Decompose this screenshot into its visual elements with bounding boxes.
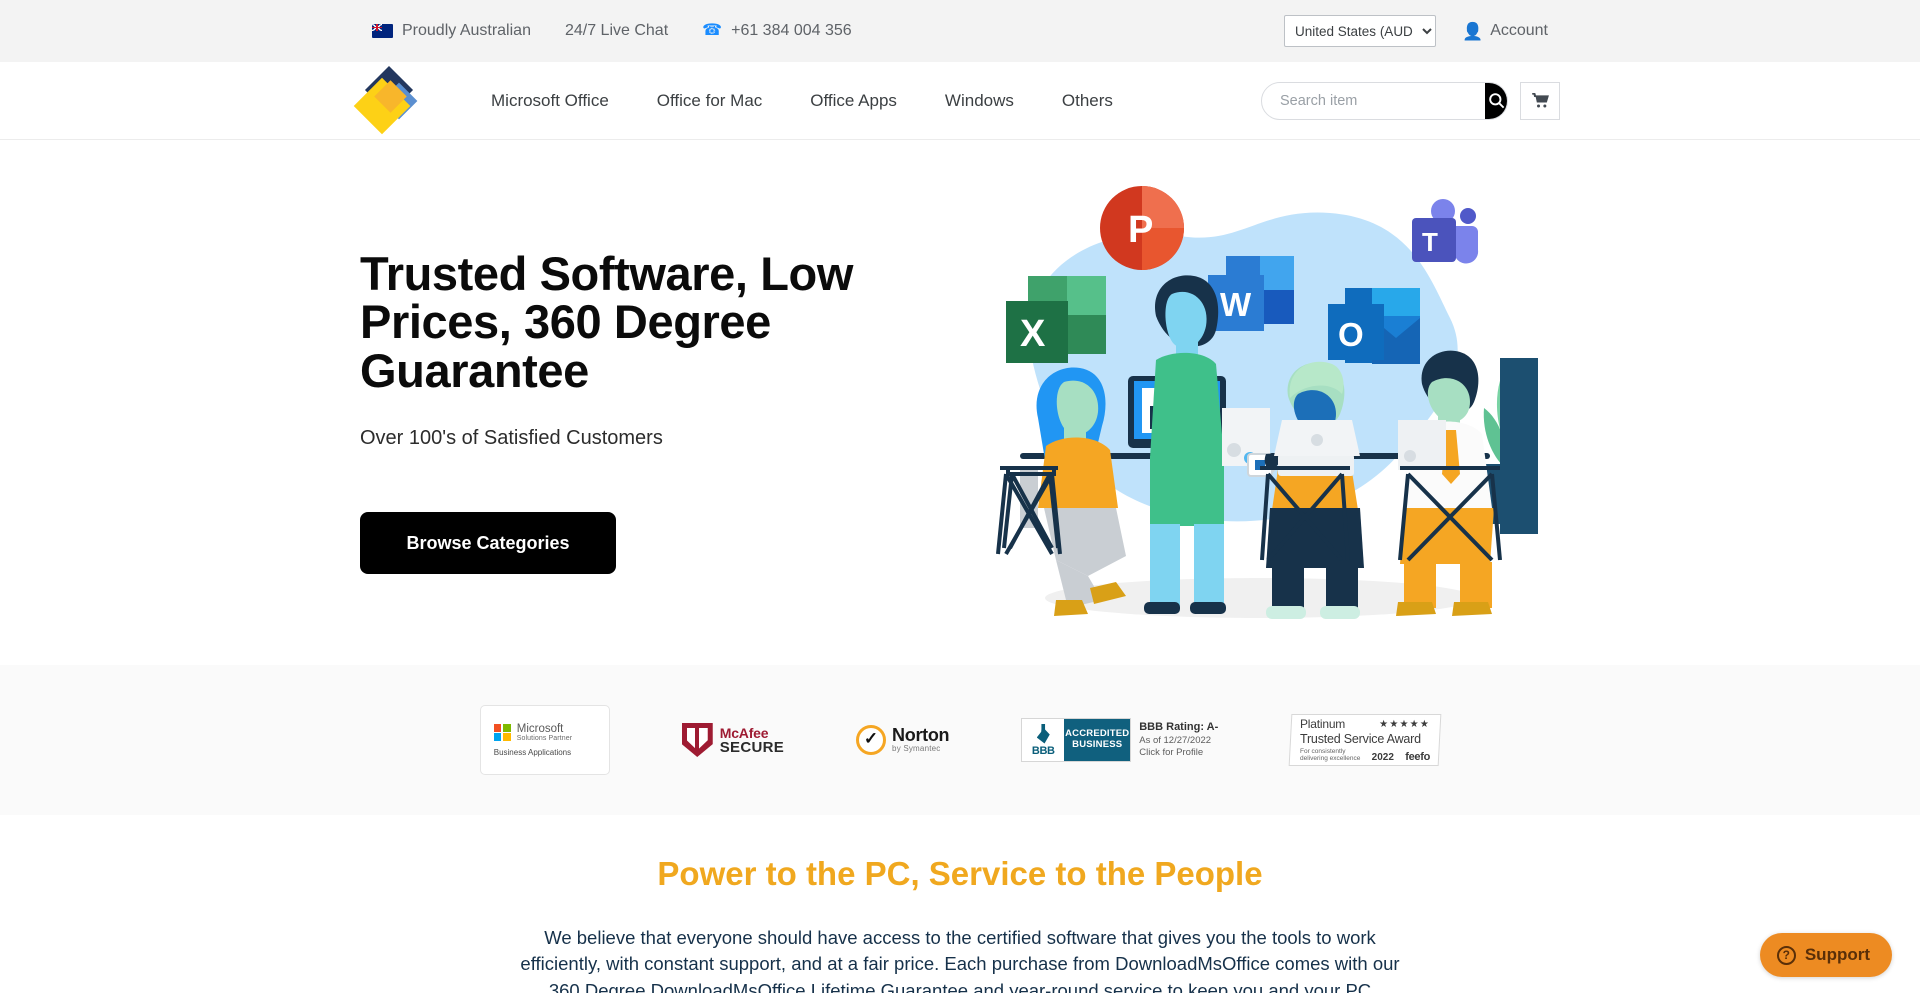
badge-bbb-accredited[interactable]: BBB ACCREDITED BUSINESS BBB Rating: A- A… bbox=[1021, 718, 1218, 762]
excel-icon: X bbox=[1006, 276, 1106, 363]
bbb-as-of: As of 12/27/2022 bbox=[1139, 734, 1212, 746]
search-button[interactable] bbox=[1485, 82, 1507, 119]
feefo-year: 2022 bbox=[1371, 751, 1395, 763]
feefo-small-line2: delivering excellence bbox=[1300, 755, 1361, 763]
nav-item-office-apps[interactable]: Office Apps bbox=[786, 91, 921, 111]
mcafee-line2: SECURE bbox=[719, 738, 785, 756]
nav-item-office-for-mac[interactable]: Office for Mac bbox=[633, 91, 787, 111]
teams-icon: T bbox=[1412, 199, 1479, 264]
feefo-logo: feefo bbox=[1405, 750, 1431, 763]
microsoft-name: Microsoft bbox=[516, 722, 564, 735]
feefo-award-label: Trusted Service Award bbox=[1300, 732, 1422, 747]
phone-number-label: +61 384 004 356 bbox=[731, 22, 852, 39]
svg-text:O: O bbox=[1338, 316, 1364, 353]
trust-badges-bar: Microsoft Solutions Partner Business App… bbox=[0, 665, 1920, 815]
feefo-stars-icon: ★★★★★ bbox=[1379, 718, 1431, 730]
hero-section: Trusted Software, Low Prices, 360 Degree… bbox=[0, 140, 1920, 665]
live-chat-link[interactable]: 24/7 Live Chat bbox=[565, 22, 668, 40]
hero-title: Trusted Software, Low Prices, 360 Degree… bbox=[360, 247, 853, 397]
proudly-australian-label: Proudly Australian bbox=[402, 22, 531, 39]
bbb-click-for-profile[interactable]: Click for Profile bbox=[1139, 747, 1218, 760]
currency-select[interactable]: United States (AUD $) bbox=[1284, 15, 1437, 47]
microsoft-business-applications: Business Applications bbox=[493, 748, 572, 758]
badge-mcafee-secure[interactable]: McAfee SECURE bbox=[681, 723, 785, 757]
bbb-rating: BBB Rating: A- bbox=[1139, 720, 1219, 733]
search-icon bbox=[1488, 93, 1504, 109]
topbar-left-group: Proudly Australian 24/7 Live Chat ☎ +61 … bbox=[372, 22, 852, 40]
search-box bbox=[1261, 81, 1508, 120]
topbar-right-group: United States (AUD $) 👤 Account bbox=[1284, 15, 1548, 47]
bbb-torch-icon bbox=[1036, 723, 1050, 744]
hero-illustration-svg: P X W O T bbox=[996, 186, 1538, 619]
power-section: Power to the PC, Service to the People W… bbox=[0, 815, 1920, 993]
header-right-group bbox=[1261, 81, 1560, 120]
svg-text:P: P bbox=[1128, 209, 1153, 251]
phone-icon: ☎ bbox=[702, 22, 723, 39]
browse-categories-button[interactable]: Browse Categories bbox=[360, 512, 616, 575]
svg-text:W: W bbox=[1220, 286, 1252, 323]
support-label: Support bbox=[1804, 945, 1870, 964]
bbb-business-label: BUSINESS bbox=[1072, 739, 1123, 750]
live-chat-label: 24/7 Live Chat bbox=[564, 22, 669, 39]
main-navigation: Microsoft Office Office for Mac Office A… bbox=[476, 91, 1137, 111]
hero-copy: Trusted Software, Low Prices, 360 Degree… bbox=[360, 247, 920, 575]
badge-norton[interactable]: Norton by Symantec bbox=[856, 725, 950, 755]
microsoft-partner-sub: Solutions Partner bbox=[516, 734, 573, 742]
user-avatar-icon: 👤 bbox=[1462, 21, 1484, 41]
account-label: Account bbox=[1490, 22, 1548, 39]
norton-line1: Norton bbox=[892, 725, 950, 746]
power-section-body: We believe that everyone should have acc… bbox=[520, 927, 1400, 993]
site-header: Microsoft Office Office for Mac Office A… bbox=[0, 62, 1920, 140]
svg-text:T: T bbox=[1422, 227, 1438, 257]
shopping-cart-icon bbox=[1531, 92, 1549, 108]
microsoft-logo-icon bbox=[493, 723, 511, 741]
powerpoint-icon: P bbox=[1100, 186, 1184, 270]
utility-top-bar: Proudly Australian 24/7 Live Chat ☎ +61 … bbox=[0, 0, 1920, 62]
question-mark-icon: ? bbox=[1776, 945, 1796, 965]
account-link[interactable]: 👤 Account bbox=[1462, 22, 1548, 40]
nav-item-others[interactable]: Others bbox=[1038, 91, 1137, 111]
hero-illustration: P X W O T bbox=[960, 168, 1560, 668]
norton-line2: by Symantec bbox=[892, 744, 941, 754]
feefo-platinum-label: Platinum bbox=[1300, 717, 1346, 732]
svg-text:X: X bbox=[1020, 313, 1046, 355]
laptop-center bbox=[1274, 420, 1360, 456]
power-section-title: Power to the PC, Service to the People bbox=[657, 855, 1263, 892]
mcafee-shield-icon bbox=[681, 723, 713, 757]
nav-item-microsoft-office[interactable]: Microsoft Office bbox=[476, 91, 633, 111]
norton-check-icon bbox=[856, 725, 887, 755]
mcafee-line1: McAfee bbox=[719, 724, 769, 741]
bbb-mark: BBB bbox=[1031, 744, 1055, 757]
search-input[interactable] bbox=[1262, 82, 1485, 119]
nav-item-windows[interactable]: Windows bbox=[921, 91, 1038, 111]
support-widget-button[interactable]: ? Support bbox=[1759, 933, 1892, 977]
site-logo[interactable] bbox=[353, 65, 420, 134]
badge-feefo-platinum[interactable]: Platinum ★★★★★ Trusted Service Award For… bbox=[1288, 714, 1442, 766]
feefo-small-line1: For consistently bbox=[1300, 748, 1346, 756]
proudly-australian: Proudly Australian bbox=[372, 22, 531, 40]
hero-subtitle: Over 100's of Satisfied Customers bbox=[360, 427, 663, 450]
phone-link[interactable]: ☎ +61 384 004 356 bbox=[702, 22, 852, 40]
australian-flag-icon bbox=[372, 24, 393, 38]
cart-button[interactable] bbox=[1520, 81, 1560, 120]
badge-microsoft-solutions-partner[interactable]: Microsoft Solutions Partner Business App… bbox=[479, 705, 610, 775]
